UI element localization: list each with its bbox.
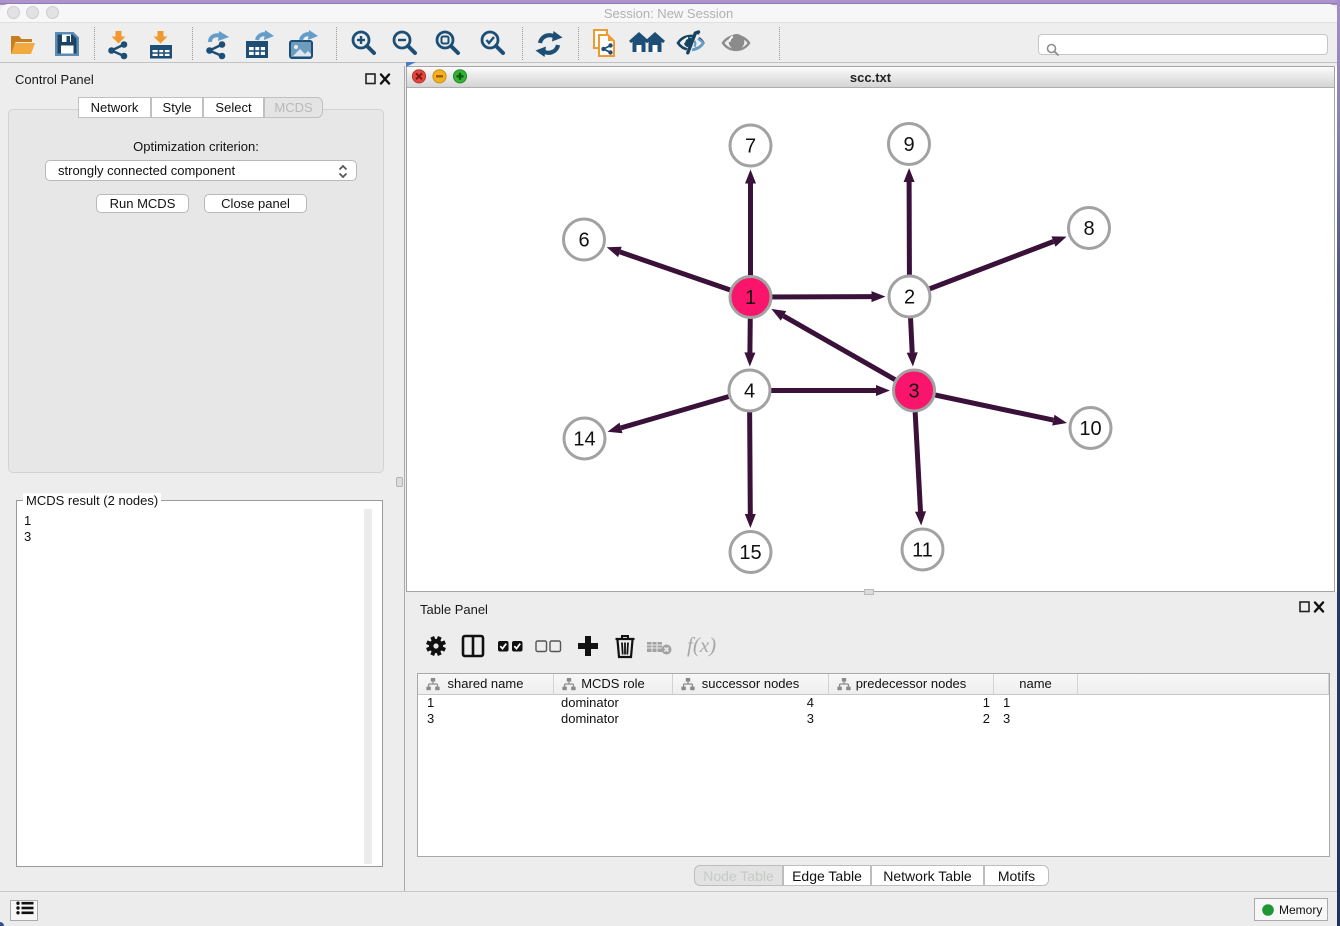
svg-text:14: 14 [573,429,595,451]
svg-text:15: 15 [739,542,761,564]
svg-text:4: 4 [744,381,755,403]
svg-text:10: 10 [1079,418,1101,440]
svg-text:11: 11 [912,540,933,562]
svg-text:8: 8 [1083,218,1094,240]
svg-text:6: 6 [578,230,589,252]
svg-text:2: 2 [904,287,915,309]
svg-text:9: 9 [903,134,914,156]
svg-text:1: 1 [745,287,756,309]
svg-text:7: 7 [745,136,756,158]
svg-text:3: 3 [908,381,919,403]
